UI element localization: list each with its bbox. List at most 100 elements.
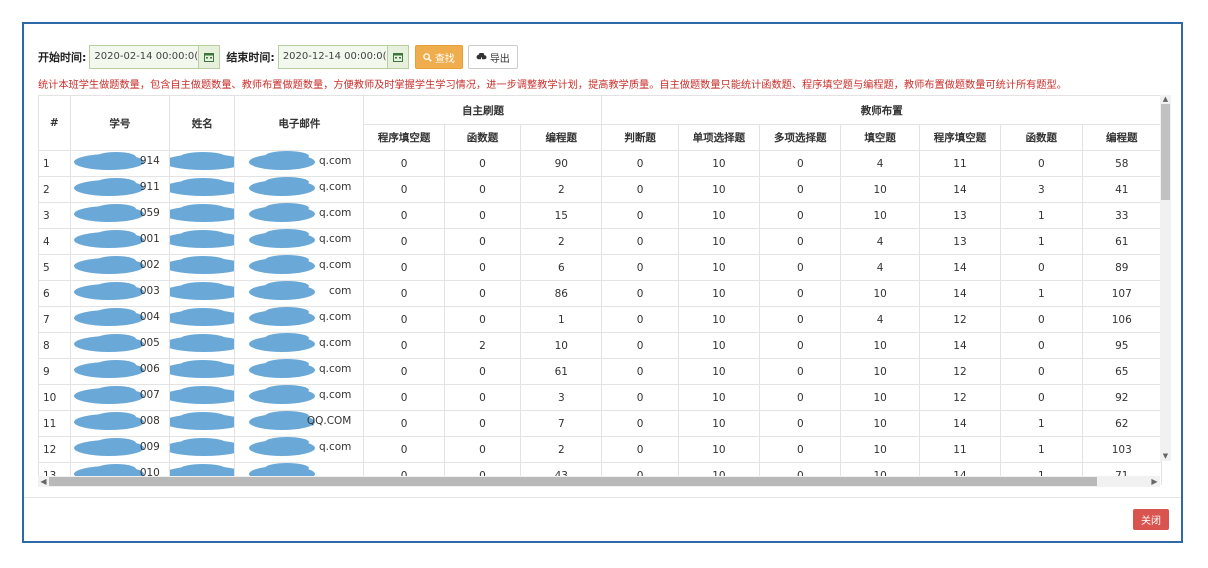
partial-value: q.com — [318, 441, 352, 453]
table-row[interactable]: 5 002 q.com 0 0 6 0 10 0 4 14 0 89 — [38, 254, 1162, 281]
count-cell: 10 — [677, 228, 761, 255]
end-time-picker[interactable]: 2020-12-14 00:00:0( — [277, 45, 409, 69]
redaction-blob — [95, 230, 136, 240]
partial-value: QQ.COM — [306, 415, 352, 427]
search-button[interactable]: 查找 — [414, 45, 463, 69]
redaction-blob — [95, 412, 136, 422]
redaction-blob — [180, 152, 227, 162]
col-header-self-0[interactable]: 程序填空题 — [363, 124, 445, 151]
count-cell: 0 — [363, 202, 445, 229]
calendar-icon[interactable] — [386, 46, 408, 68]
table-row[interactable]: 3 059 q.com 0 0 15 0 10 0 10 13 1 33 — [38, 202, 1162, 229]
count-cell: 0 — [363, 436, 445, 463]
student-id-cell: 914 — [69, 150, 171, 177]
group-header-self-practice: 自主刷题 — [363, 95, 603, 125]
count-cell: 12 — [918, 306, 1002, 333]
start-time-picker[interactable]: 2020-02-14 00:00:0( — [89, 45, 221, 69]
table-row[interactable]: 7 004 q.com 0 0 1 0 10 0 4 12 0 106 — [38, 306, 1162, 333]
col-header-teacher-5[interactable]: 函数题 — [1000, 124, 1083, 151]
col-header-self-1[interactable]: 函数题 — [443, 124, 522, 151]
email-cell: q.com — [234, 176, 365, 203]
count-cell: 0 — [601, 202, 679, 229]
count-cell: 62 — [1081, 410, 1162, 437]
redaction-blob — [95, 178, 136, 188]
email-cell: q.com — [234, 306, 365, 333]
count-cell: 41 — [1081, 176, 1162, 203]
redaction-blob — [180, 412, 227, 422]
redaction-blob — [180, 204, 227, 214]
col-header-teacher-2[interactable]: 多项选择题 — [759, 124, 842, 151]
count-cell: 10 — [677, 306, 761, 333]
redaction-blob — [180, 438, 227, 448]
export-button[interactable]: 导出 — [467, 45, 518, 69]
name-cell — [169, 254, 236, 281]
cloud-download-icon — [476, 52, 487, 62]
count-cell: 0 — [759, 176, 842, 203]
count-cell: 0 — [443, 410, 522, 437]
count-cell: 0 — [1000, 306, 1083, 333]
count-cell: 10 — [677, 280, 761, 307]
scroll-right-icon[interactable]: ▶ — [1149, 476, 1160, 487]
count-cell: 0 — [601, 306, 679, 333]
email-cell: q.com — [234, 332, 365, 359]
table-row[interactable]: 1 914 q.com 0 0 90 0 10 0 4 11 0 58 — [38, 150, 1162, 177]
close-button[interactable]: 关闭 — [1133, 509, 1169, 530]
table-row[interactable]: 8 005 q.com 0 2 10 0 10 0 10 14 0 95 — [38, 332, 1162, 359]
col-header-teacher-1[interactable]: 单项选择题 — [677, 124, 761, 151]
redacted-email: q.com — [243, 307, 355, 326]
name-cell — [169, 228, 236, 255]
count-cell: 10 — [520, 332, 603, 359]
col-header-student-id[interactable]: 学号 — [69, 95, 171, 151]
name-cell — [169, 332, 236, 359]
count-cell: 58 — [1081, 150, 1162, 177]
redacted-name — [170, 178, 234, 196]
table-row[interactable]: 6 003 com 0 0 86 0 10 0 10 14 1 107 — [38, 280, 1162, 307]
count-cell: 0 — [443, 384, 522, 411]
scroll-down-icon[interactable]: ▼ — [1160, 452, 1171, 461]
redaction-blob — [95, 438, 136, 448]
col-header-teacher-4[interactable]: 程序填空题 — [918, 124, 1002, 151]
col-header-teacher-6[interactable]: 编程题 — [1081, 124, 1162, 151]
redacted-student-id: 002 — [73, 256, 164, 274]
end-time-label: 结束时间: — [226, 51, 275, 64]
count-cell: 0 — [759, 332, 842, 359]
student-id-cell: 009 — [69, 436, 171, 463]
end-time-input[interactable]: 2020-12-14 00:00:0( — [278, 46, 387, 68]
row-index: 7 — [38, 306, 71, 333]
calendar-icon[interactable] — [198, 46, 220, 68]
redacted-email: q.com — [243, 177, 355, 196]
col-header-self-2[interactable]: 编程题 — [520, 124, 603, 151]
table-row[interactable]: 4 001 q.com 0 0 2 0 10 0 4 13 1 61 — [38, 228, 1162, 255]
count-cell: 103 — [1081, 436, 1162, 463]
col-header-name[interactable]: 姓名 — [169, 95, 236, 151]
name-cell — [169, 410, 236, 437]
stats-table-container[interactable]: # 学号 姓名 电子邮件 自主刷题 教师布置 程序填空题 函数题 编程题 判断题 单项选… — [38, 95, 1185, 485]
email-cell: q.com — [234, 254, 365, 281]
row-index: 2 — [38, 176, 71, 203]
partial-value: 911 — [139, 181, 160, 193]
scroll-up-icon[interactable]: ▲ — [1160, 95, 1171, 104]
redaction-blob — [95, 360, 136, 370]
horizontal-scroll-thumb[interactable] — [49, 477, 1097, 486]
dialog-frame: 开始时间: 2020-02-14 00:00:0( 结束时间: 2020-12-… — [22, 22, 1183, 543]
count-cell: 0 — [443, 306, 522, 333]
horizontal-scrollbar[interactable]: ◀ ▶ — [38, 476, 1160, 487]
table-row[interactable]: 9 006 q.com 0 0 61 0 10 0 10 12 0 65 — [38, 358, 1162, 385]
scroll-left-icon[interactable]: ◀ — [38, 476, 49, 487]
name-cell — [169, 150, 236, 177]
vertical-scrollbar[interactable]: ▲ ▼ — [1160, 95, 1171, 461]
table-row[interactable]: 12 009 q.com 0 0 2 0 10 0 10 11 1 103 — [38, 436, 1162, 463]
vertical-scroll-thumb[interactable] — [1161, 104, 1170, 200]
redaction-blob — [180, 282, 227, 292]
table-row[interactable]: 10 007 q.com 0 0 3 0 10 0 10 12 0 92 — [38, 384, 1162, 411]
student-id-cell: 001 — [69, 228, 171, 255]
col-header-teacher-0[interactable]: 判断题 — [601, 124, 679, 151]
row-index: 6 — [38, 280, 71, 307]
table-row[interactable]: 2 911 q.com 0 0 2 0 10 0 10 14 3 41 — [38, 176, 1162, 203]
col-header-teacher-3[interactable]: 填空题 — [840, 124, 920, 151]
count-cell: 0 — [601, 280, 679, 307]
table-row[interactable]: 11 008 QQ.COM 0 0 7 0 10 0 10 14 1 62 — [38, 410, 1162, 437]
count-cell: 65 — [1081, 358, 1162, 385]
start-time-input[interactable]: 2020-02-14 00:00:0( — [90, 46, 199, 68]
col-header-email[interactable]: 电子邮件 — [234, 95, 365, 151]
